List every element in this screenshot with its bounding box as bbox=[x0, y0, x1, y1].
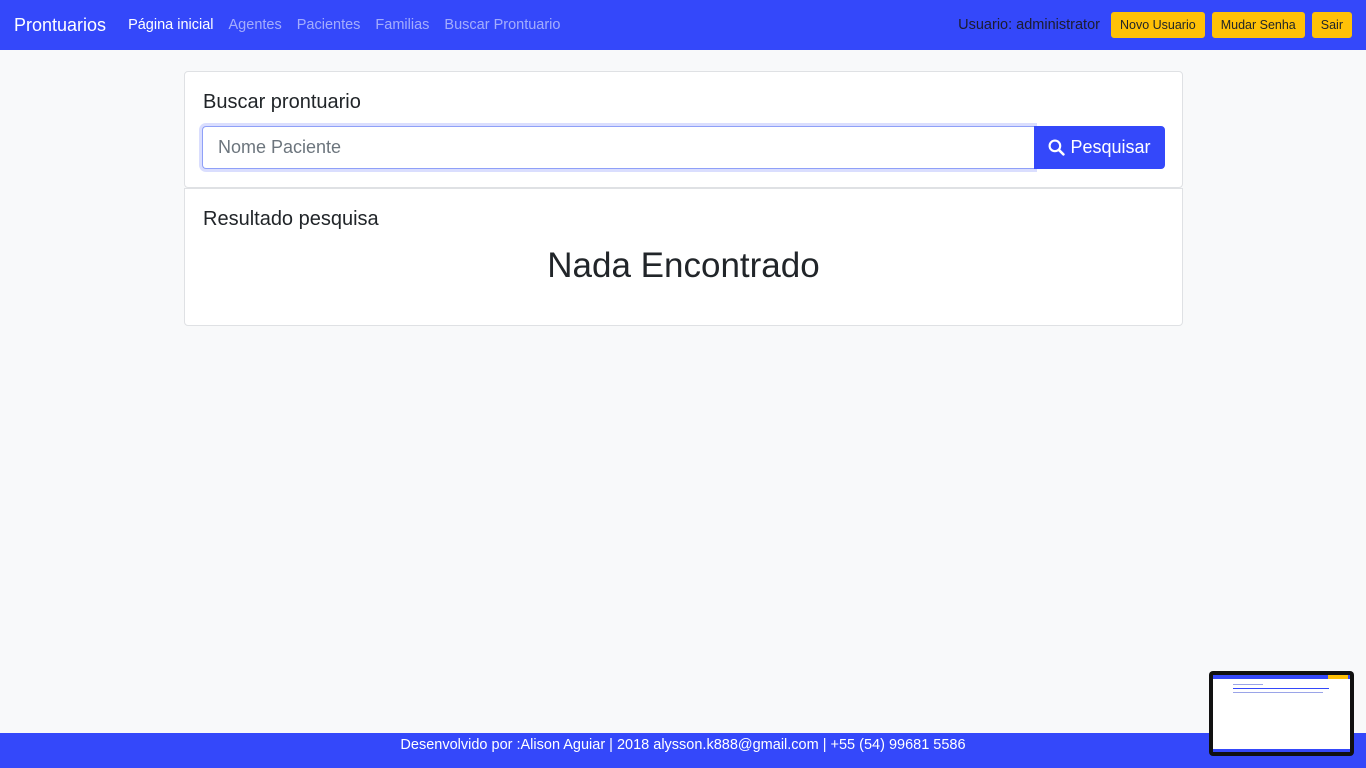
thumbnail-footer bbox=[1213, 749, 1350, 752]
logout-button[interactable]: Sair bbox=[1311, 12, 1352, 38]
search-button-label: Pesquisar bbox=[1070, 137, 1151, 157]
change-password-button[interactable]: Mudar Senha bbox=[1211, 12, 1305, 38]
thumbnail-screen bbox=[1213, 675, 1350, 752]
top-navbar: Prontuarios Página inicial Agentes Pacie… bbox=[0, 0, 1366, 50]
navbar-user-area: Usuario: administrator Novo Usuario Muda… bbox=[958, 12, 1352, 38]
results-card-title: Resultado pesquisa bbox=[203, 208, 379, 230]
nav-links: Página inicial Agentes Pacientes Familia… bbox=[128, 17, 575, 33]
search-card-title: Buscar prontuario bbox=[203, 91, 361, 113]
nav-link-agents[interactable]: Agentes bbox=[229, 17, 282, 33]
nav-link-home[interactable]: Página inicial bbox=[128, 17, 213, 33]
new-user-button[interactable]: Novo Usuario bbox=[1110, 12, 1205, 38]
search-input-group: Pesquisar bbox=[202, 126, 1165, 169]
screen-preview-thumbnail[interactable] bbox=[1209, 671, 1354, 756]
search-icon bbox=[1049, 139, 1066, 156]
patient-name-input[interactable] bbox=[202, 126, 1034, 169]
results-card: Resultado pesquisa Nada Encontrado bbox=[184, 188, 1183, 326]
footer-text: Desenvolvido por :Alison Aguiar | 2018 a… bbox=[400, 737, 966, 753]
nav-link-families[interactable]: Familias bbox=[375, 17, 429, 33]
thumbnail-line bbox=[1233, 684, 1263, 685]
search-button[interactable]: Pesquisar bbox=[1034, 126, 1165, 169]
current-user-label: Usuario: administrator bbox=[958, 17, 1100, 33]
nav-link-patients[interactable]: Pacientes bbox=[297, 17, 361, 33]
empty-results-message: Nada Encontrado bbox=[547, 246, 820, 285]
search-card: Buscar prontuario Pesquisar bbox=[184, 71, 1183, 188]
page-footer: Desenvolvido por :Alison Aguiar | 2018 a… bbox=[0, 733, 1366, 768]
thumbnail-navbar-buttons bbox=[1328, 675, 1348, 679]
thumbnail-line bbox=[1233, 692, 1323, 693]
thumbnail-line bbox=[1233, 688, 1329, 689]
nav-link-search-records[interactable]: Buscar Prontuario bbox=[444, 17, 560, 33]
navbar-brand[interactable]: Prontuarios bbox=[14, 15, 106, 36]
